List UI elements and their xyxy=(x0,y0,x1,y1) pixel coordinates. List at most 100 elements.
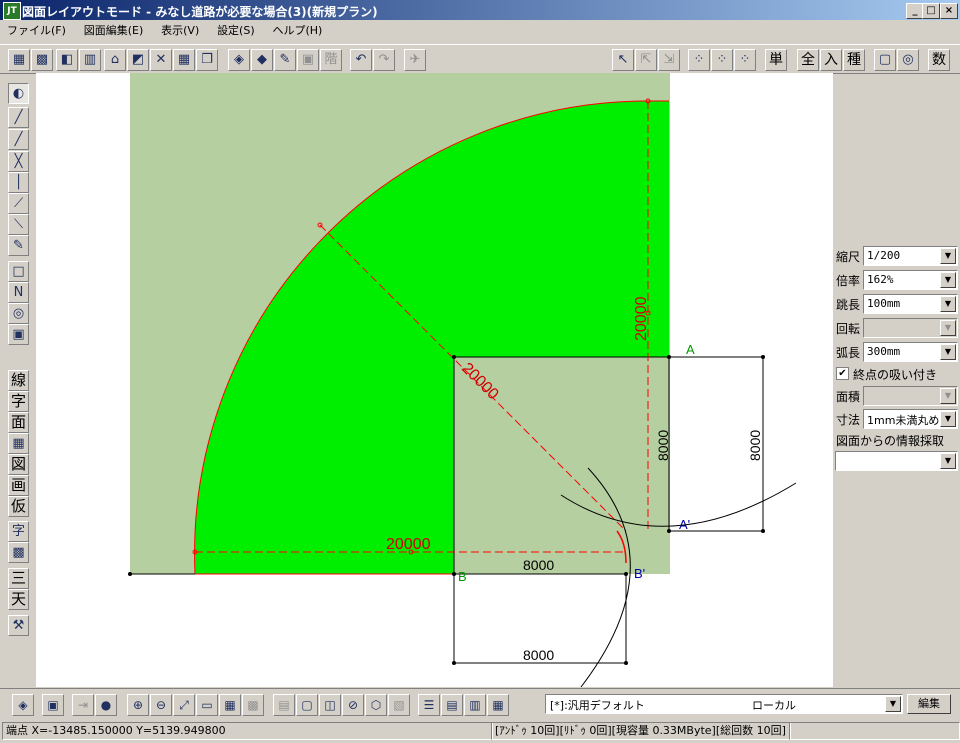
folder-star-icon[interactable]: ▥ xyxy=(464,694,486,716)
jump-select[interactable]: 100mm ▼ xyxy=(863,294,958,314)
undo-icon[interactable]: ↶ xyxy=(350,49,372,71)
circle-icon[interactable]: ◎ xyxy=(8,303,29,324)
line-mode-button[interactable]: 線 xyxy=(8,370,29,391)
layer-select[interactable]: [*]:汎用デフォルト ローカル ▼ xyxy=(545,694,903,714)
zoom-select[interactable]: 162% ▼ xyxy=(863,270,958,290)
redo-icon[interactable]: ↷ xyxy=(373,49,395,71)
zoom-in-icon[interactable]: ⊕ xyxy=(127,694,149,716)
no-entry-icon[interactable]: ⊘ xyxy=(342,694,364,716)
cursor-icon[interactable]: ↖ xyxy=(612,49,634,71)
rectangle-icon[interactable]: □ xyxy=(8,261,29,282)
layout-icon[interactable]: ◧ xyxy=(56,49,78,71)
input-button[interactable]: 入 xyxy=(820,49,842,71)
polyline-icon[interactable]: N xyxy=(8,282,29,303)
slant-icon[interactable]: ⟍ xyxy=(8,214,29,235)
figure-mode-button[interactable]: 図 xyxy=(8,454,29,475)
stairs-icon[interactable]: 階 xyxy=(320,49,342,71)
print-icon[interactable]: ▤ xyxy=(273,694,295,716)
sky-button[interactable]: 天 xyxy=(8,589,29,610)
text-mode-button[interactable]: 字 xyxy=(8,391,29,412)
list-icon[interactable]: ☰ xyxy=(418,694,440,716)
block-icon[interactable]: ◩ xyxy=(127,49,149,71)
frame-toggle-icon[interactable]: ▣ xyxy=(42,694,64,716)
chevron-down-icon: ▼ xyxy=(940,388,956,404)
area-select[interactable]: ▼ xyxy=(863,386,958,406)
page-icon[interactable]: ▢ xyxy=(296,694,318,716)
copy-icon[interactable]: ❐ xyxy=(196,49,218,71)
symbol-icon[interactable]: ▦ xyxy=(8,433,29,454)
scale-select[interactable]: 1/200 ▼ xyxy=(863,246,958,266)
dim-text-vertical-left: 8000 xyxy=(655,430,671,461)
select-icon[interactable]: ⇱ xyxy=(635,49,657,71)
nofill-icon[interactable]: ▧ xyxy=(388,694,410,716)
new-drawing-icon[interactable]: ▦ xyxy=(8,49,30,71)
all-button[interactable]: 全 xyxy=(797,49,819,71)
tool-icon[interactable]: ⚒ xyxy=(8,615,29,636)
vertical-line-icon[interactable]: │ xyxy=(8,172,29,193)
face-mode-button[interactable]: 面 xyxy=(8,412,29,433)
book-icon[interactable]: ▥ xyxy=(79,49,101,71)
text-edit-icon[interactable]: 字 xyxy=(8,521,29,542)
menu-edit[interactable]: 図面編集(E) xyxy=(77,20,151,40)
dim-text-vertical-radius: 20000 xyxy=(633,296,650,341)
paint-icon[interactable]: ◐ xyxy=(8,83,29,104)
eraser-icon[interactable]: ◈ xyxy=(228,49,250,71)
line-tool-icon[interactable]: ╱ xyxy=(8,107,29,128)
pin-toggle-icon[interactable]: ⇥ xyxy=(72,694,94,716)
symbol-edit-icon[interactable]: ▩ xyxy=(8,542,29,563)
table-icon[interactable]: ▦ xyxy=(487,694,509,716)
folder-icon[interactable]: ▤ xyxy=(441,694,463,716)
dots-icon-2[interactable]: ⁘ xyxy=(711,49,733,71)
image-mode-button[interactable]: 画 xyxy=(8,475,29,496)
house-icon[interactable]: ⌂ xyxy=(104,49,126,71)
cross-line-icon[interactable]: ╳ xyxy=(8,151,29,172)
zoom-out-icon[interactable]: ⊖ xyxy=(150,694,172,716)
target-icon[interactable]: ◎ xyxy=(897,49,919,71)
layer-edit-button[interactable]: 編集 xyxy=(907,694,951,714)
grid-off-icon[interactable]: ▩ xyxy=(242,694,264,716)
area-label: 面積 xyxy=(836,390,861,404)
grid-view-icon[interactable]: ▦ xyxy=(219,694,241,716)
diagonal-icon[interactable]: ⟋ xyxy=(8,193,29,214)
area-row: 面積 ▼ xyxy=(835,386,959,406)
snap-checkbox[interactable]: ✔ xyxy=(836,367,849,380)
layers-icon[interactable]: ◆ xyxy=(251,49,273,71)
grid-icon[interactable]: ▩ xyxy=(31,49,53,71)
menu-help[interactable]: ヘルプ(H) xyxy=(265,20,329,40)
drawing-canvas[interactable]: 20000 20000 20000 8000 8000 8000 8000 A … xyxy=(36,73,833,687)
type-button[interactable]: 種 xyxy=(843,49,865,71)
menu-view[interactable]: 表示(V) xyxy=(154,20,206,40)
single-button[interactable]: 単 xyxy=(765,49,787,71)
menu-file[interactable]: ファイル(F) xyxy=(0,20,73,40)
pen-icon[interactable]: ✎ xyxy=(274,49,296,71)
snap-label: 終点の吸い付き xyxy=(853,368,938,382)
zoom-window-icon[interactable]: ▭ xyxy=(196,694,218,716)
line-icon-2[interactable]: ╱ xyxy=(8,129,29,150)
tile-icon[interactable]: ▦ xyxy=(173,49,195,71)
temp-mode-button[interactable]: 仮 xyxy=(8,496,29,517)
dim-select[interactable]: 1mm未満丸め ▼ xyxy=(863,409,958,429)
count-button[interactable]: 数 xyxy=(928,49,950,71)
frame-icon[interactable]: ▣ xyxy=(297,49,319,71)
rotate-select[interactable]: ▼ xyxy=(863,318,958,338)
pencil-icon[interactable]: ✎ xyxy=(8,235,29,256)
fill-bucket-icon[interactable]: ◈ xyxy=(12,694,34,716)
arc-select[interactable]: 300mm ▼ xyxy=(863,342,958,362)
page-frame-icon[interactable]: ◫ xyxy=(319,694,341,716)
square-icon[interactable]: ▣ xyxy=(8,324,29,345)
close-button[interactable]: × xyxy=(940,3,958,19)
info-select[interactable]: ▼ xyxy=(835,451,958,471)
restore-button[interactable]: □ xyxy=(922,3,940,19)
menu-settings[interactable]: 設定(S) xyxy=(210,20,262,40)
frame-select-icon[interactable]: ▢ xyxy=(874,49,896,71)
point-icon[interactable]: ● xyxy=(95,694,117,716)
cube-icon[interactable]: ⬡ xyxy=(365,694,387,716)
vertex-point xyxy=(667,529,671,533)
three-button[interactable]: 三 xyxy=(8,568,29,589)
pin-icon[interactable]: ✈ xyxy=(404,49,426,71)
dots-icon-3[interactable]: ⁘ xyxy=(734,49,756,71)
dots-icon-1[interactable]: ⁘ xyxy=(688,49,710,71)
move-icon[interactable]: ⇲ xyxy=(658,49,680,71)
cross-icon[interactable]: ✕ xyxy=(150,49,172,71)
zoom-fit-icon[interactable]: ⤢ xyxy=(173,694,195,716)
